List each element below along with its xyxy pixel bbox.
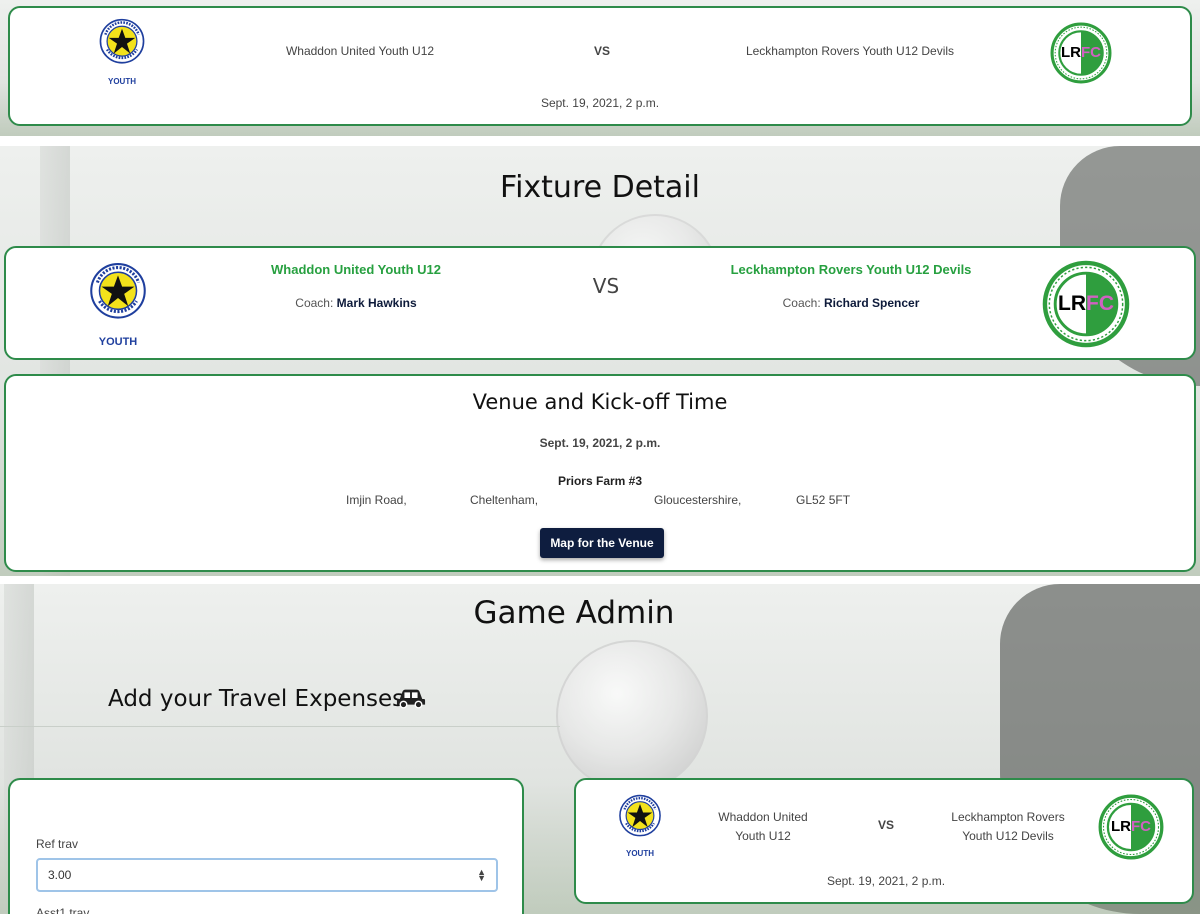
car-icon <box>396 687 426 709</box>
fixture-date: Sept. 19, 2021, 2 p.m. <box>540 96 660 110</box>
travel-expenses-title: Add your Travel Expenses <box>108 686 405 712</box>
venue-card: Venue and Kick-off Time Sept. 19, 2021, … <box>4 374 1196 572</box>
page-title-game-admin: Game Admin <box>473 595 675 631</box>
ref-trav-input[interactable]: 3.00 ▲ ▼ <box>36 858 498 892</box>
section-separator <box>0 136 1200 146</box>
home-team-logo: YOUTH <box>616 794 664 858</box>
home-team-logo: YOUTH <box>96 18 148 86</box>
away-coach-name: Richard Spencer <box>824 296 920 310</box>
coach-label: Coach: <box>782 296 821 310</box>
ref-trav-label: Ref trav <box>36 837 79 851</box>
vs-label: VS <box>877 818 894 832</box>
away-logo-text: LRFC <box>1058 292 1114 315</box>
home-logo-label: YOUTH <box>108 77 136 86</box>
venue-county: Gloucestershire, <box>654 493 742 507</box>
home-coach-name: Mark Hawkins <box>336 296 417 310</box>
venue-town: Cheltenham, <box>470 493 539 507</box>
travel-divider <box>0 726 560 727</box>
home-logo-label: YOUTH <box>626 849 654 858</box>
away-logo-text: LRFC <box>1111 818 1151 835</box>
home-coach: Coach: Mark Hawkins <box>236 296 476 310</box>
home-logo-label: YOUTH <box>98 336 138 348</box>
vs-label: VS <box>593 44 610 58</box>
venue-date: Sept. 19, 2021, 2 p.m. <box>539 436 661 450</box>
away-coach: Coach: Richard Spencer <box>706 296 996 310</box>
asst1-trav-label: Asst1 trav <box>36 906 90 914</box>
venue-title: Venue and Kick-off Time <box>472 390 728 414</box>
coach-label: Coach: <box>295 296 334 310</box>
away-team-name-line1: Leckhampton Rovers <box>951 810 1065 824</box>
away-team-logo: LRFC <box>1042 260 1130 348</box>
number-spinner-icon[interactable]: ▲ ▼ <box>477 868 486 883</box>
ref-trav-value: 3.00 <box>48 868 72 882</box>
home-team-name: Whaddon United Youth U12 <box>688 808 838 846</box>
travel-expenses-form: Ref trav 3.00 ▲ ▼ Asst1 trav <box>8 778 524 914</box>
away-team-name: Leckhampton Rovers Youth U12 Devils <box>745 44 955 58</box>
away-team-name-line2: Youth U12 Devils <box>962 829 1054 843</box>
fixture-summary-card[interactable]: YOUTH Whaddon United Youth U12 VS Leckha… <box>8 6 1192 126</box>
venue-postcode: GL52 5FT <box>796 493 851 507</box>
vs-label: VS <box>592 274 620 298</box>
section-separator <box>0 576 1200 584</box>
map-for-venue-button[interactable]: Map for the Venue <box>540 528 664 558</box>
home-team-name-line2: Youth U12 <box>735 829 791 843</box>
away-logo-text: LRFC <box>1061 44 1101 61</box>
admin-fixture-card[interactable]: YOUTH Whaddon United Youth U12 VS Leckha… <box>574 778 1194 904</box>
away-team-logo: LRFC <box>1098 794 1164 860</box>
page-title-fixture-detail: Fixture Detail <box>500 170 700 205</box>
home-team-logo: YOUTH <box>86 262 150 348</box>
fixture-detail-teams-card: YOUTH Whaddon United Youth U12 Coach: Ma… <box>4 246 1196 360</box>
home-team-name-line1: Whaddon United <box>718 810 808 824</box>
venue-name: Priors Farm #3 <box>557 474 643 488</box>
away-team-name: Leckhampton Rovers Youth U12 Devils <box>928 808 1088 846</box>
home-team-name: Whaddon United Youth U12 <box>285 44 435 58</box>
venue-road: Imjin Road, <box>346 493 407 507</box>
home-team-name[interactable]: Whaddon United Youth U12 <box>236 262 476 277</box>
fixture-date: Sept. 19, 2021, 2 p.m. <box>826 874 946 888</box>
away-team-logo: LRFC <box>1050 22 1112 84</box>
away-team-name[interactable]: Leckhampton Rovers Youth U12 Devils <box>706 262 996 277</box>
